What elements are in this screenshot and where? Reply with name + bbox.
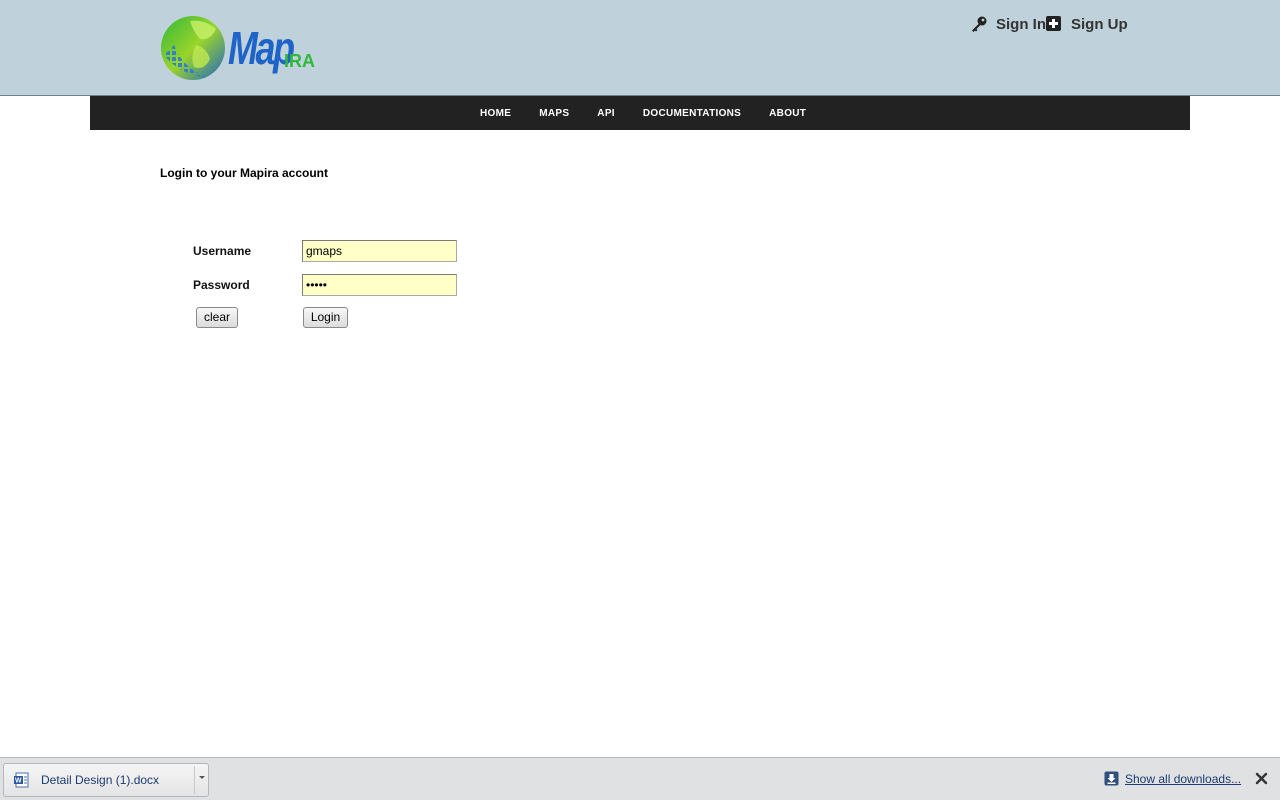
nav-home[interactable]: HOME (480, 108, 511, 119)
nav-about[interactable]: ABOUT (769, 108, 806, 119)
clear-button[interactable]: clear (196, 307, 238, 328)
logo-sub-text: IRA (284, 51, 315, 71)
word-document-icon: W (14, 772, 29, 788)
download-arrow-icon (1104, 771, 1119, 786)
download-item-divider (194, 766, 195, 794)
download-bar: W Detail Design (1).docx Show all downlo… (0, 757, 1280, 800)
close-icon[interactable] (1255, 772, 1268, 785)
show-all-downloads-link[interactable]: Show all downloads... (1125, 772, 1241, 786)
svg-text:W: W (15, 778, 22, 785)
sign-in-link[interactable]: Sign In (970, 13, 1046, 35)
key-icon (972, 16, 987, 32)
username-input[interactable] (302, 240, 457, 262)
nav-api[interactable]: API (597, 108, 615, 119)
login-button[interactable]: Login (303, 307, 348, 328)
chevron-down-icon[interactable] (198, 772, 206, 782)
download-item[interactable]: W Detail Design (1).docx (3, 763, 209, 797)
password-input[interactable] (302, 274, 457, 296)
mapira-logo[interactable]: Map IRA (160, 15, 315, 81)
plus-icon (1046, 16, 1061, 31)
password-label: Password (193, 278, 250, 292)
sign-up-link[interactable]: Sign Up (1045, 13, 1128, 35)
download-file-name: Detail Design (1).docx (41, 773, 160, 787)
nav-maps[interactable]: MAPS (539, 108, 569, 119)
globe-logo-icon (161, 16, 225, 80)
main-nav: HOME MAPS API DOCUMENTATIONS ABOUT (90, 96, 1190, 130)
sign-in-label: Sign In (996, 15, 1046, 33)
show-all-downloads[interactable]: Show all downloads... (1104, 771, 1241, 786)
sign-up-label: Sign Up (1071, 15, 1128, 33)
nav-documentations[interactable]: DOCUMENTATIONS (643, 108, 741, 119)
username-label: Username (193, 244, 252, 258)
site-header: Map IRA Sign In Sign Up (0, 0, 1280, 96)
page-title: Login to your Mapira account (160, 166, 329, 180)
